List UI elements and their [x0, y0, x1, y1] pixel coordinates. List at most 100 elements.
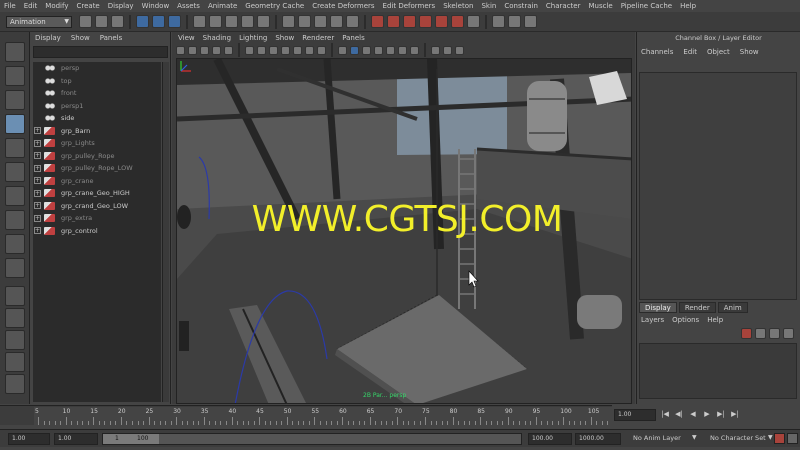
expand-icon[interactable]: +	[34, 214, 41, 222]
menu-pipeline-cache[interactable]: Pipeline Cache	[621, 2, 672, 10]
shadows-icon[interactable]	[398, 45, 407, 55]
expand-icon[interactable]: +	[34, 177, 41, 185]
start-time-field[interactable]: 1.00	[8, 433, 50, 445]
outliner-item[interactable]: + grp_Lights	[33, 137, 161, 150]
menu-character[interactable]: Character	[546, 2, 581, 10]
show-manipulator-icon[interactable]	[5, 234, 25, 254]
hypershade-icon[interactable]	[419, 15, 432, 28]
viewport-menu-show[interactable]: Show	[275, 34, 294, 42]
play-forward-button[interactable]: ▶	[702, 409, 712, 420]
move-layer-down-icon[interactable]	[783, 328, 794, 339]
menu-window[interactable]: Window	[142, 2, 170, 10]
four-pane-layout-icon[interactable]	[5, 308, 25, 328]
menu-edit[interactable]: Edit	[24, 2, 38, 10]
open-scene-icon[interactable]	[95, 15, 108, 28]
expand-icon[interactable]: +	[34, 202, 41, 210]
range-slider-handle[interactable]: 1 100	[103, 434, 159, 444]
help-icon[interactable]	[346, 15, 359, 28]
wireframe-icon[interactable]	[338, 45, 347, 55]
layer-list-area[interactable]	[639, 343, 797, 399]
render-frame-icon[interactable]	[371, 15, 384, 28]
move-layer-up-icon[interactable]	[769, 328, 780, 339]
field-chart-icon[interactable]	[293, 45, 302, 55]
channel-menu-object[interactable]: Object	[707, 48, 730, 56]
expand-icon[interactable]: +	[34, 127, 41, 135]
outliner-item[interactable]: + grp_extra	[33, 212, 161, 225]
input-icon[interactable]	[314, 15, 327, 28]
menu-skeleton[interactable]: Skeleton	[443, 2, 473, 10]
playback-start-field[interactable]: 1.00	[54, 433, 98, 445]
menu-assets[interactable]: Assets	[177, 2, 200, 10]
tab-display[interactable]: Display	[639, 302, 677, 313]
save-scene-icon[interactable]	[111, 15, 124, 28]
wireframe-on-shaded-icon[interactable]	[362, 45, 371, 55]
expand-icon[interactable]: +	[34, 164, 41, 172]
step-back-key-button[interactable]: ◀|	[674, 409, 684, 420]
ipr-render-icon[interactable]	[387, 15, 400, 28]
show-hide-tool-settings-icon[interactable]	[508, 15, 521, 28]
outliner-menu-panels[interactable]: Panels	[100, 34, 123, 42]
select-component-icon[interactable]	[168, 15, 181, 28]
snap-plane-icon[interactable]	[241, 15, 254, 28]
new-scene-icon[interactable]	[79, 15, 92, 28]
outliner-item[interactable]: + grp_pulley_Rope	[33, 150, 161, 163]
select-object-icon[interactable]	[152, 15, 165, 28]
menu-modify[interactable]: Modify	[45, 2, 68, 10]
outliner-menu-display[interactable]: Display	[35, 34, 61, 42]
xray-icon[interactable]	[443, 45, 452, 55]
perspective-viewport[interactable]: WWW.CGTSJ.COM 2B Par... persp	[176, 58, 632, 404]
viewport-menu-lighting[interactable]: Lighting	[239, 34, 267, 42]
render-layer-icon[interactable]	[451, 15, 464, 28]
two-d-pan-zoom-icon[interactable]	[224, 45, 233, 55]
xray-joints-icon[interactable]	[455, 45, 464, 55]
resolution-gate-icon[interactable]	[269, 45, 278, 55]
viewport-menu-view[interactable]: View	[178, 34, 195, 42]
new-layer-from-selection-icon[interactable]	[755, 328, 766, 339]
show-hide-attribute-editor-icon[interactable]	[492, 15, 505, 28]
safe-action-icon[interactable]	[305, 45, 314, 55]
expand-icon[interactable]: +	[34, 227, 41, 235]
grid-icon[interactable]	[245, 45, 254, 55]
menu-skin[interactable]: Skin	[481, 2, 496, 10]
single-pane-layout-icon[interactable]	[5, 286, 25, 306]
chevron-down-icon[interactable]: ▼	[692, 434, 697, 441]
outliner-item[interactable]: + grp_crand_Geo_LOW	[33, 200, 161, 213]
menu-muscle[interactable]: Muscle	[588, 2, 612, 10]
output-icon[interactable]	[330, 15, 343, 28]
smooth-shade-icon[interactable]	[350, 45, 359, 55]
outliner-item[interactable]: + grp_control	[33, 225, 161, 238]
render-settings-icon[interactable]	[403, 15, 416, 28]
camera-attributes-icon[interactable]	[188, 45, 197, 55]
anim-layer-selector[interactable]: No Anim Layer	[633, 434, 681, 442]
menu-file[interactable]: File	[4, 2, 16, 10]
outliner-item[interactable]: top	[33, 75, 161, 88]
bookmarks-icon[interactable]	[200, 45, 209, 55]
gate-mask-icon[interactable]	[281, 45, 290, 55]
outliner-scrollbar[interactable]	[162, 62, 169, 402]
isolate-select-icon[interactable]	[431, 45, 440, 55]
go-to-end-button[interactable]: ▶|	[730, 409, 740, 420]
select-hierarchy-icon[interactable]	[136, 15, 149, 28]
channel-box-area[interactable]	[639, 72, 797, 300]
outliner-persp-layout-icon[interactable]	[5, 352, 25, 372]
step-forward-key-button[interactable]: ▶|	[716, 409, 726, 420]
end-time-field[interactable]: 1000.00	[575, 433, 621, 445]
current-frame-field[interactable]: 1.00	[614, 409, 656, 421]
two-pane-layout-icon[interactable]	[5, 330, 25, 350]
menu-geometry-cache[interactable]: Geometry Cache	[245, 2, 304, 10]
paint-select-tool-icon[interactable]	[5, 90, 25, 110]
chevron-down-icon[interactable]: ▼	[768, 434, 773, 441]
menu-constrain[interactable]: Constrain	[504, 2, 538, 10]
menu-edit-deformers[interactable]: Edit Deformers	[383, 2, 436, 10]
playback-end-field[interactable]: 100.00	[528, 433, 572, 445]
make-live-icon[interactable]	[257, 15, 270, 28]
channel-menu-channels[interactable]: Channels	[641, 48, 673, 56]
new-layer-icon[interactable]	[741, 328, 752, 339]
character-set-selector[interactable]: No Character Set	[710, 434, 766, 442]
auto-keyframe-icon[interactable]	[774, 433, 785, 444]
scale-tool-icon[interactable]	[5, 162, 25, 182]
layer-menu-help[interactable]: Help	[707, 316, 723, 324]
outliner-item[interactable]: persp	[33, 62, 161, 75]
construction-icon[interactable]	[298, 15, 311, 28]
show-hide-channel-box-icon[interactable]	[524, 15, 537, 28]
